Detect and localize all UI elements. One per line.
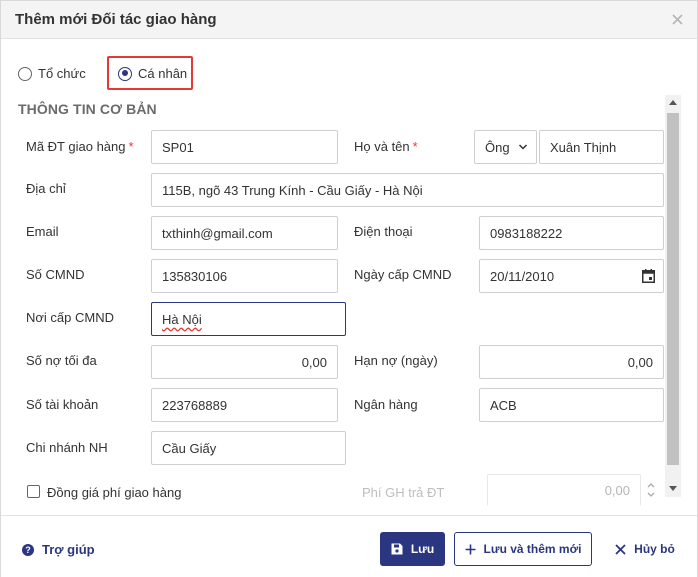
full-name-label: Họ và tên * [354,139,418,154]
save-and-new-label: Lưu và thêm mới [483,542,582,556]
bank-value: ACB [490,397,517,413]
return-fee-stepper[interactable] [646,481,656,499]
max-debt-value: 0,00 [301,354,327,370]
floppy-disk-icon [391,543,403,555]
code-required-mark: * [128,139,134,154]
address-value: 115B, ngõ 43 Trung Kính - Cầu Giấy - Hà … [162,182,423,198]
full-name-input[interactable]: Xuân Thịnh [539,130,664,164]
account-number-value: 223768889 [162,397,228,413]
branch-label: Chi nhánh NH [26,440,108,455]
id-issue-place-value: Hà Nội [162,311,202,327]
dialog-title: Thêm mới Đối tác giao hàng [15,11,217,28]
branch-value: Cầu Giấy [162,440,217,456]
close-icon[interactable] [669,10,685,28]
save-and-new-button[interactable]: Lưu và thêm mới [454,532,592,566]
save-button[interactable]: Lưu [380,532,445,566]
title-select[interactable]: Ông [474,130,537,164]
flat-fee-checkbox[interactable] [27,485,40,498]
debt-days-value: 0,00 [627,354,653,370]
address-input[interactable]: 115B, ngõ 43 Trung Kính - Cầu Giấy - Hà … [151,173,664,207]
full-name-value: Xuân Thịnh [550,139,617,155]
flat-fee-label: Đồng giá phí giao hàng [47,485,182,500]
cancel-button[interactable]: Hủy bỏ [606,532,684,566]
code-label-text: Mã ĐT giao hàng [26,139,126,154]
chevron-down-icon [518,144,528,150]
email-input[interactable]: txthinh@gmail.com [151,216,338,250]
help-icon: ? [22,543,34,556]
id-issue-place-input[interactable]: Hà Nội [151,302,346,336]
id-number-input[interactable]: 135830106 [151,259,338,293]
account-number-label: Số tài khoản [26,397,99,412]
section-title: THÔNG TIN CƠ BẢN [18,101,157,117]
id-number-value: 135830106 [162,268,228,284]
max-debt-label: Số nợ tối đa [26,353,97,368]
bank-input[interactable]: ACB [479,388,664,422]
help-label: Trợ giúp [42,542,95,557]
full-name-required-mark: * [412,139,418,154]
help-button[interactable]: ? Trợ giúp [22,542,95,557]
scroll-up-icon[interactable] [669,100,677,105]
id-number-label: Số CMND [26,267,85,282]
phone-label: Điện thoại [354,224,413,239]
email-value: txthinh@gmail.com [162,225,273,241]
calendar-icon[interactable] [642,269,655,283]
bank-label: Ngân hàng [354,397,418,412]
form-scrollbar[interactable] [665,95,681,497]
title-select-value: Ông [485,139,510,155]
max-debt-input[interactable]: 0,00 [151,345,338,379]
radio-organization[interactable]: Tổ chức [18,66,86,81]
phone-input[interactable]: 0983188222 [479,216,664,250]
id-issue-place-label: Nơi cấp CMND [26,310,114,325]
return-fee-input: 0,00 [487,474,641,506]
code-input[interactable]: SP01 [151,130,338,164]
return-fee-label: Phí GH trả ĐT [362,485,445,500]
dialog-footer: ? Trợ giúp Lưu Lưu và thêm mới Hủy bỏ [1,515,697,577]
save-label: Lưu [410,542,435,556]
scrollbar-thumb[interactable] [667,113,679,465]
code-value: SP01 [162,139,194,155]
dialog-titlebar: Thêm mới Đối tác giao hàng [1,1,697,39]
address-label: Địa chỉ [26,181,66,196]
full-name-label-text: Họ và tên [354,139,410,154]
partner-dialog: Thêm mới Đối tác giao hàng Tổ chức Cá nh… [0,0,698,577]
plus-icon [465,544,476,555]
phone-value: 0983188222 [490,225,563,241]
highlight-annotation [107,56,193,90]
email-label: Email [26,224,59,239]
debt-days-input[interactable]: 0,00 [479,345,664,379]
id-issue-date-label: Ngày cấp CMND [354,267,452,282]
scroll-down-icon[interactable] [669,486,677,491]
code-label: Mã ĐT giao hàng * [26,139,134,154]
account-number-input[interactable]: 223768889 [151,388,338,422]
close-icon [615,543,626,555]
cancel-label: Hủy bỏ [634,542,675,556]
radio-organization-circle[interactable] [18,66,32,81]
return-fee-value: 0,00 [604,483,630,498]
stepper-icon [647,483,655,497]
id-issue-date-value: 20/11/2010 [490,268,555,284]
branch-input[interactable]: Cầu Giấy [151,431,346,465]
debt-days-label: Hạn nợ (ngày) [354,353,438,368]
id-issue-date-input[interactable]: 20/11/2010 [479,259,664,293]
radio-organization-label: Tổ chức [38,66,86,81]
